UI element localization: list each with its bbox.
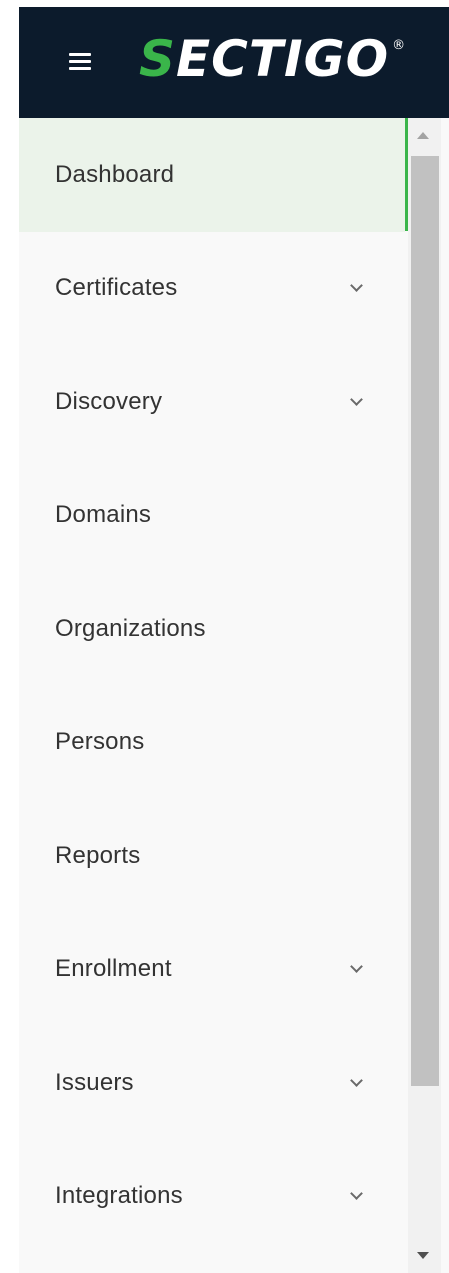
- sidebar-item-label: Organizations: [55, 614, 206, 642]
- sidebar-item-organizations[interactable]: Organizations: [19, 572, 405, 686]
- sidebar-item-label: Domains: [55, 501, 152, 529]
- sidebar-item-reports[interactable]: Reports: [19, 799, 405, 913]
- scroll-down-arrow-icon[interactable]: [417, 1252, 429, 1259]
- sidebar-item-label: Dashboard: [55, 160, 175, 188]
- hamburger-line: [69, 67, 91, 70]
- sidebar-item-issuers[interactable]: Issuers: [19, 1026, 405, 1140]
- sidebar-item-label: Issuers: [55, 1068, 134, 1096]
- sidebar-item-certificates[interactable]: Certificates: [19, 232, 405, 346]
- sidebar-header: S ECTIGO ®: [19, 7, 449, 118]
- chevron-down-icon[interactable]: [350, 279, 363, 293]
- hamburger-menu-icon[interactable]: [69, 53, 91, 70]
- sidebar-item-enrollment[interactable]: Enrollment: [19, 913, 405, 1027]
- scroll-up-arrow-icon[interactable]: [417, 132, 429, 139]
- sidebar-item-persons[interactable]: Persons: [19, 686, 405, 800]
- hamburger-line: [69, 60, 91, 63]
- chevron-down-icon[interactable]: [350, 960, 363, 974]
- scrollbar-thumb[interactable]: [411, 156, 439, 1086]
- logo-text: ECTIGO: [176, 30, 390, 88]
- logo-registered-mark: ®: [392, 38, 407, 53]
- logo-first-letter: S: [139, 30, 177, 88]
- sidebar-item-label: Integrations: [55, 1182, 183, 1210]
- scrollbar[interactable]: [408, 118, 441, 1273]
- sidebar-item-dashboard[interactable]: Dashboard: [19, 118, 408, 232]
- sidebar-item-discovery[interactable]: Discovery: [19, 345, 405, 459]
- chevron-down-icon[interactable]: [350, 392, 363, 406]
- sidebar-item-domains[interactable]: Domains: [19, 459, 405, 573]
- sidebar-item-label: Reports: [55, 841, 141, 869]
- sidebar-item-integrations[interactable]: Integrations: [19, 1140, 405, 1254]
- sidebar-panel: S ECTIGO ® Dashboard Certificates Discovery D…: [19, 7, 449, 1273]
- sectigo-logo[interactable]: S ECTIGO ®: [139, 29, 406, 89]
- sidebar-nav: Dashboard Certificates Discovery Domains Org…: [19, 118, 408, 1254]
- sidebar-item-label: Certificates: [55, 274, 178, 302]
- sidebar-item-label: Persons: [55, 728, 145, 756]
- chevron-down-icon[interactable]: [350, 1073, 363, 1087]
- sidebar-item-label: Discovery: [55, 387, 163, 415]
- hamburger-line: [69, 53, 91, 56]
- chevron-down-icon[interactable]: [350, 1187, 363, 1201]
- sidebar-item-label: Enrollment: [55, 955, 172, 983]
